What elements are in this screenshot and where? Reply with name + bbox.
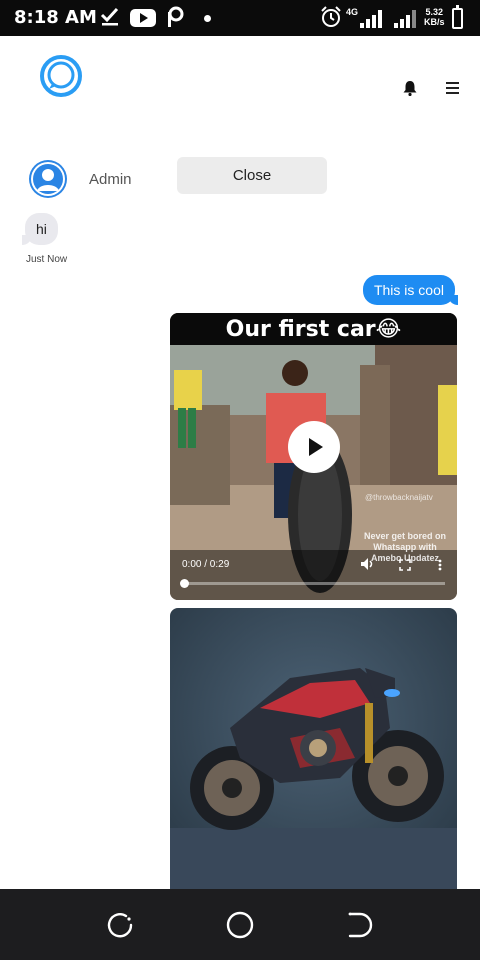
home-icon[interactable] (226, 911, 254, 939)
play-button[interactable] (288, 421, 340, 473)
video-progress-bar[interactable] (180, 579, 445, 588)
status-time: 8:18 AM (14, 7, 97, 28)
signal-icon-2 (394, 10, 416, 28)
alarm-icon (321, 6, 341, 27)
incoming-message-text: hi (36, 221, 47, 237)
outgoing-message-text: This is cool (373, 282, 444, 298)
video-title: Our first car😂 (170, 313, 457, 345)
network-speed: 5.32 KB/s (424, 7, 445, 27)
message-timestamp: Just Now (26, 254, 68, 265)
speed-value: 5.32 (425, 7, 444, 17)
fullscreen-icon[interactable] (399, 559, 411, 571)
system-nav-bar (0, 889, 480, 960)
bell-icon[interactable] (402, 80, 418, 96)
app-logo-icon[interactable] (39, 54, 83, 98)
video-player[interactable]: Our first car😂 @throwbacknaijatv Never g… (170, 313, 457, 600)
signal-icon (360, 10, 382, 28)
speed-unit: KB/s (424, 17, 445, 27)
battery-icon (452, 5, 463, 29)
check-icon (100, 7, 119, 26)
incoming-message[interactable]: hi (22, 213, 58, 245)
youtube-icon (130, 9, 156, 27)
back-icon[interactable] (346, 911, 374, 939)
dot-icon (204, 15, 211, 22)
video-progress-thumb[interactable] (180, 579, 189, 588)
status-bar: 8:18 AM 4G 5.32 KB/s (0, 0, 480, 36)
menu-line (446, 92, 459, 94)
recent-apps-icon[interactable] (106, 911, 134, 939)
motorcycle-image[interactable] (170, 608, 457, 890)
user-icon (31, 162, 65, 196)
close-button[interactable]: Close (177, 157, 327, 194)
outgoing-message[interactable]: This is cool (362, 275, 459, 305)
contact-name: Admin (89, 171, 132, 188)
more-options-icon[interactable] (438, 559, 442, 571)
motorcycle-illustration (170, 608, 457, 890)
menu-line (446, 82, 459, 84)
p-app-icon (168, 6, 184, 27)
avatar[interactable] (29, 160, 67, 198)
video-watermark: @throwbacknaijatv (365, 493, 433, 502)
volume-icon[interactable] (360, 557, 374, 571)
menu-line (446, 87, 459, 89)
menu-icon[interactable] (446, 82, 459, 97)
network-type: 4G (346, 7, 359, 17)
video-time: 0:00 / 0:29 (182, 559, 230, 570)
